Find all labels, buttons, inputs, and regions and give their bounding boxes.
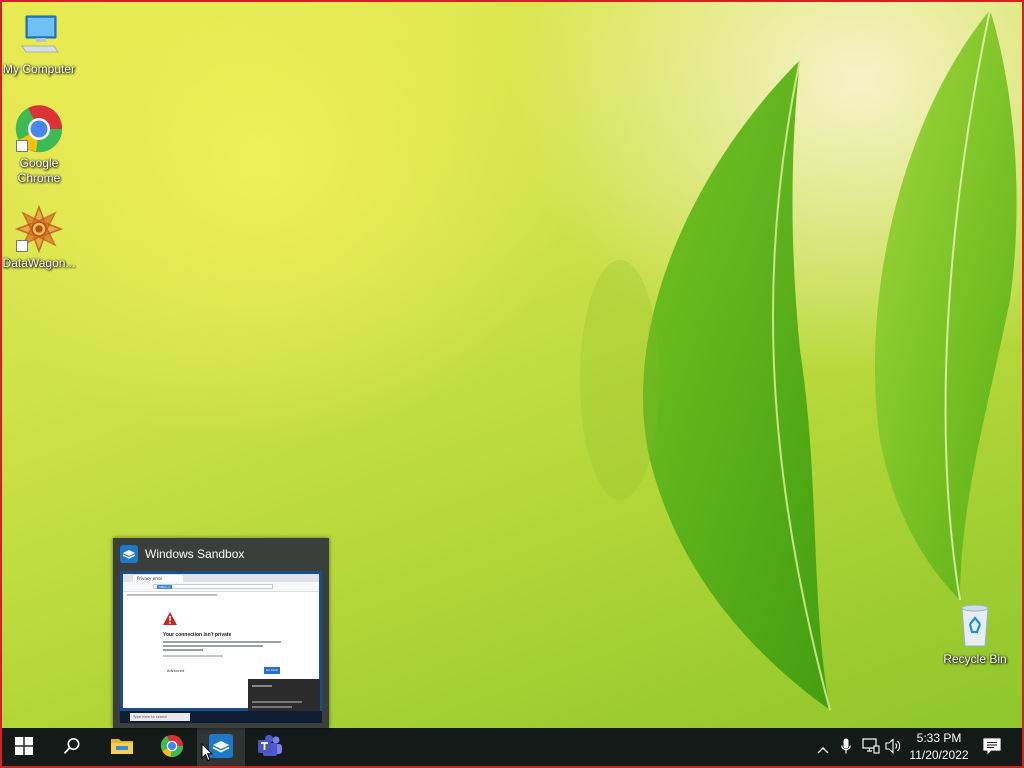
desktop-screen: My Computer Google Chrome DataWagon... R… <box>0 0 1024 768</box>
taskbar: 5:33 PM 11/20/2022 <box>0 728 1024 768</box>
snapshot-address-box: https:// <box>153 584 273 589</box>
desktop-icon-label: Google Chrome <box>17 156 61 185</box>
preview-title-bar: Windows Sandbox <box>120 544 244 564</box>
mouse-cursor-icon <box>201 742 214 766</box>
folder-icon <box>110 736 134 760</box>
snapshot-text-line <box>163 655 223 657</box>
start-button[interactable] <box>0 728 48 768</box>
search-icon <box>63 737 81 759</box>
action-center-button[interactable] <box>980 728 1004 768</box>
microphone-tray-button[interactable] <box>838 728 854 768</box>
snapshot-tab: Privacy error <box>133 575 183 582</box>
shortcut-arrow-icon <box>16 240 28 252</box>
search-button[interactable] <box>48 728 96 768</box>
chrome-icon <box>160 734 184 762</box>
microphone-icon <box>841 738 851 758</box>
desktop-icon-datawagon[interactable]: DataWagon... <box>1 204 77 271</box>
windows-logo-icon <box>15 737 33 759</box>
sandbox-icon <box>120 545 138 563</box>
network-icon <box>862 738 880 758</box>
snapshot-notification-toast <box>248 679 320 715</box>
show-hidden-icons-button[interactable] <box>814 728 832 768</box>
snapshot-heading: Your connection isn't private <box>163 632 232 638</box>
preview-title: Windows Sandbox <box>145 547 245 561</box>
taskbar-teams[interactable] <box>246 728 294 768</box>
snapshot-text-line <box>163 641 281 643</box>
desktop-icon-my-computer[interactable]: My Computer <box>1 10 77 77</box>
preview-window-snapshot: Privacy error https:// Your connection i… <box>120 571 322 723</box>
taskbar-file-explorer[interactable] <box>98 728 146 768</box>
snapshot-address-text: https:// <box>157 585 172 589</box>
snapshot-tab-bar: Privacy error <box>123 574 319 582</box>
clock-date: 11/20/2022 <box>909 748 969 762</box>
warning-triangle-icon <box>163 610 177 629</box>
datawagon-icon <box>14 204 64 254</box>
chevron-up-icon <box>817 739 829 758</box>
desktop-icon-recycle-bin[interactable]: Recycle Bin <box>937 600 1013 667</box>
desktop-icon-label: Recycle Bin <box>943 652 1007 666</box>
snapshot-address-bar: https:// <box>123 582 319 592</box>
chrome-icon <box>14 104 64 154</box>
snapshot-text-line <box>163 649 203 651</box>
teams-icon <box>257 734 283 762</box>
snapshot-taskbar: Type here to search <box>120 711 322 723</box>
desktop-icon-label: My Computer <box>2 62 76 76</box>
taskbar-clock[interactable]: 5:33 PM 11/20/2022 <box>900 730 978 766</box>
notification-icon <box>983 738 1001 758</box>
network-tray-button[interactable] <box>861 728 881 768</box>
clock-time: 5:33 PM <box>916 731 962 745</box>
desktop-icon-label: DataWagon... <box>2 256 76 270</box>
taskbar-chrome[interactable] <box>148 728 196 768</box>
shortcut-arrow-icon <box>16 140 28 152</box>
snapshot-text-line <box>163 645 263 647</box>
snapshot-search-box: Type here to search <box>130 713 190 721</box>
monitor-icon <box>14 10 64 60</box>
snapshot-go-back-button: Go back <box>264 667 280 674</box>
taskbar-thumbnail-preview[interactable]: Windows Sandbox Privacy error https:// Y… <box>113 538 329 728</box>
snapshot-advanced: Advanced <box>167 669 185 673</box>
desktop-icon-google-chrome[interactable]: Google Chrome <box>1 104 77 186</box>
recycle-bin-icon <box>950 600 1000 650</box>
